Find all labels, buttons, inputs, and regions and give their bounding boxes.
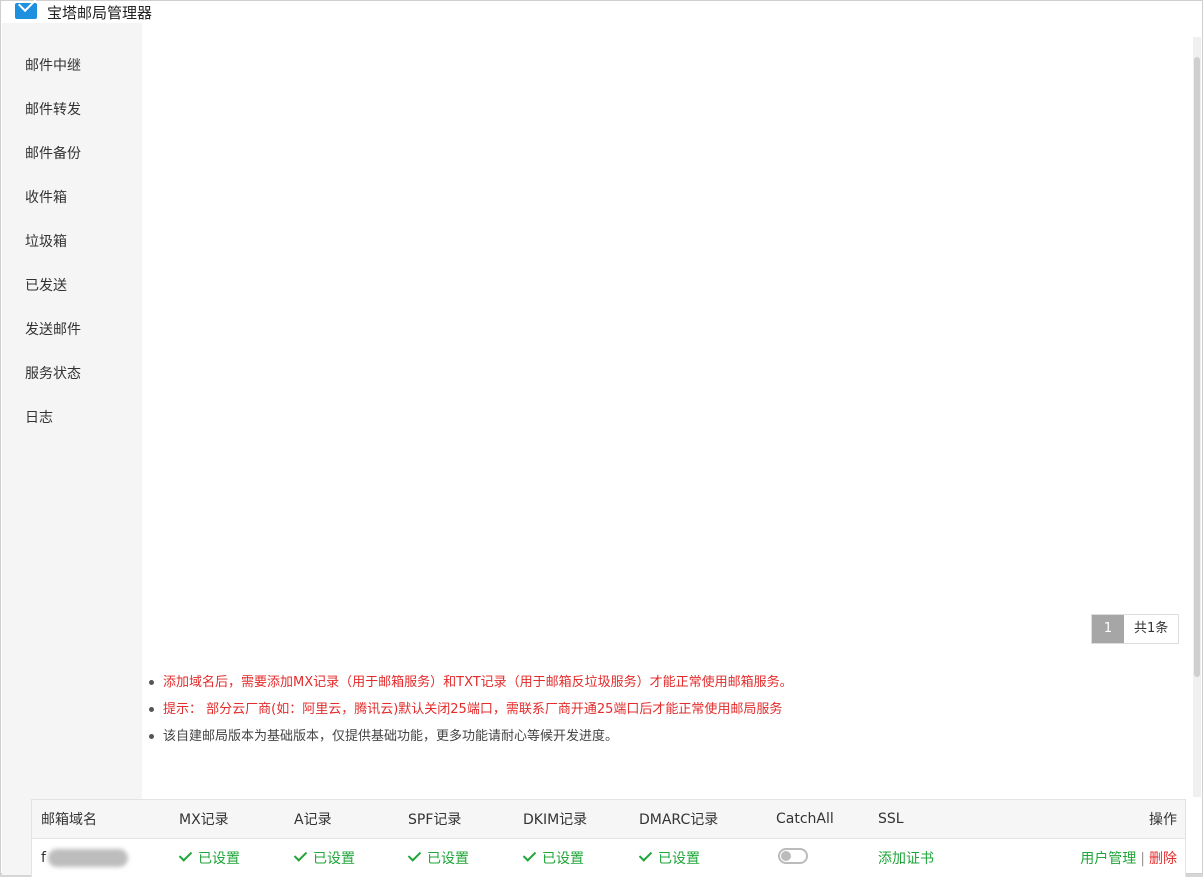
domain-cell: f xyxy=(32,849,170,867)
scrollbar[interactable] xyxy=(1193,37,1201,797)
header-domain: 邮箱域名 xyxy=(41,812,97,828)
action-cell: 用户管理 | 删除 xyxy=(1019,848,1185,868)
dialog-titlebar: 宝塔邮局管理器 xyxy=(1,1,1202,23)
sidebar: 邮件中继 邮件转发 邮件备份 收件箱 垃圾箱 已发送 发送邮件 服务状态 日志 xyxy=(2,23,142,875)
header-catchall: CatchAll xyxy=(776,811,834,827)
header-ssl: SSL xyxy=(878,811,904,827)
ssl-cell: 添加证书 xyxy=(869,848,1019,868)
header-dkim: DKIM记录 xyxy=(523,812,588,828)
header-mx: MX记录 xyxy=(179,812,229,828)
user-management-link[interactable]: 用户管理 xyxy=(1080,851,1136,867)
add-certificate-link[interactable]: 添加证书 xyxy=(878,851,934,867)
sidebar-item-inbox[interactable]: 收件箱 xyxy=(2,176,142,220)
check-icon xyxy=(407,848,422,862)
check-icon xyxy=(178,848,193,862)
dkim-status: 已设置 xyxy=(514,848,630,868)
sidebar-item-forward[interactable]: 邮件转发 xyxy=(2,88,142,132)
dmarc-status-text: 已设置 xyxy=(658,851,700,867)
pagination: 1 共1条 xyxy=(1091,614,1180,644)
catchall-toggle[interactable] xyxy=(778,848,808,864)
page-number-current[interactable]: 1 xyxy=(1092,615,1124,643)
tips-list: 添加域名后，需要添加MX记录（用于邮箱服务）和TXT记录（用于邮箱反垃圾服务）才… xyxy=(149,669,793,750)
sidebar-item-spam[interactable]: 垃圾箱 xyxy=(2,220,142,264)
sidebar-item-compose[interactable]: 发送邮件 xyxy=(2,308,142,352)
mx-status: 已设置 xyxy=(170,848,285,868)
tip-port-25: 提示： 部分云厂商(如：阿里云，腾讯云)默认关闭25端口，需联系厂商开通25端口… xyxy=(149,696,793,723)
table-header: 邮箱域名 MX记录 A记录 SPF记录 DKIM记录 DMARC记录 Catch… xyxy=(32,800,1185,839)
redacted-domain-blur xyxy=(47,849,128,867)
dialog-title: 宝塔邮局管理器 xyxy=(47,4,153,22)
a-status-text: 已设置 xyxy=(313,851,355,867)
check-icon xyxy=(293,848,308,862)
mail-manager-dialog: 宝塔邮局管理器 邮件中继 邮件转发 邮件备份 收件箱 垃圾箱 已发送 发送邮件 … xyxy=(0,0,1203,877)
scrollbar-thumb[interactable] xyxy=(1194,57,1200,677)
header-dmarc: DMARC记录 xyxy=(639,812,719,828)
check-icon xyxy=(638,848,653,862)
pagination-total: 共1条 xyxy=(1124,615,1179,643)
spf-status: 已设置 xyxy=(399,848,514,868)
header-spf: SPF记录 xyxy=(408,812,462,828)
table-row: f 已设置 已设置 已设置 已设置 已设置 添加证书 用户管理 | 删除 xyxy=(32,839,1185,877)
header-a: A记录 xyxy=(294,812,332,828)
domain-name: f xyxy=(41,850,46,866)
tip-basic-version: 该自建邮局版本为基础版本，仅提供基础功能，更多功能请耐心等候开发进度。 xyxy=(149,723,793,750)
mail-icon xyxy=(15,3,37,19)
delete-link[interactable]: 删除 xyxy=(1149,851,1177,867)
sidebar-item-backup[interactable]: 邮件备份 xyxy=(2,132,142,176)
domain-table: 邮箱域名 MX记录 A记录 SPF记录 DKIM记录 DMARC记录 Catch… xyxy=(31,799,1186,877)
sidebar-item-service-status[interactable]: 服务状态 xyxy=(2,352,142,396)
tip-dns-records: 添加域名后，需要添加MX记录（用于邮箱服务）和TXT记录（用于邮箱反垃圾服务）才… xyxy=(149,669,793,696)
catchall-cell xyxy=(767,848,869,868)
sidebar-item-logs[interactable]: 日志 xyxy=(2,396,142,440)
a-status: 已设置 xyxy=(285,848,399,868)
sidebar-item-sent[interactable]: 已发送 xyxy=(2,264,142,308)
sidebar-item-relay[interactable]: 邮件中继 xyxy=(2,44,142,88)
spf-status-text: 已设置 xyxy=(427,851,469,867)
dmarc-status: 已设置 xyxy=(630,848,767,868)
action-separator: | xyxy=(1140,851,1145,867)
dkim-status-text: 已设置 xyxy=(542,851,584,867)
mx-status-text: 已设置 xyxy=(198,851,240,867)
check-icon xyxy=(522,848,537,862)
header-action: 操作 xyxy=(1149,812,1177,828)
